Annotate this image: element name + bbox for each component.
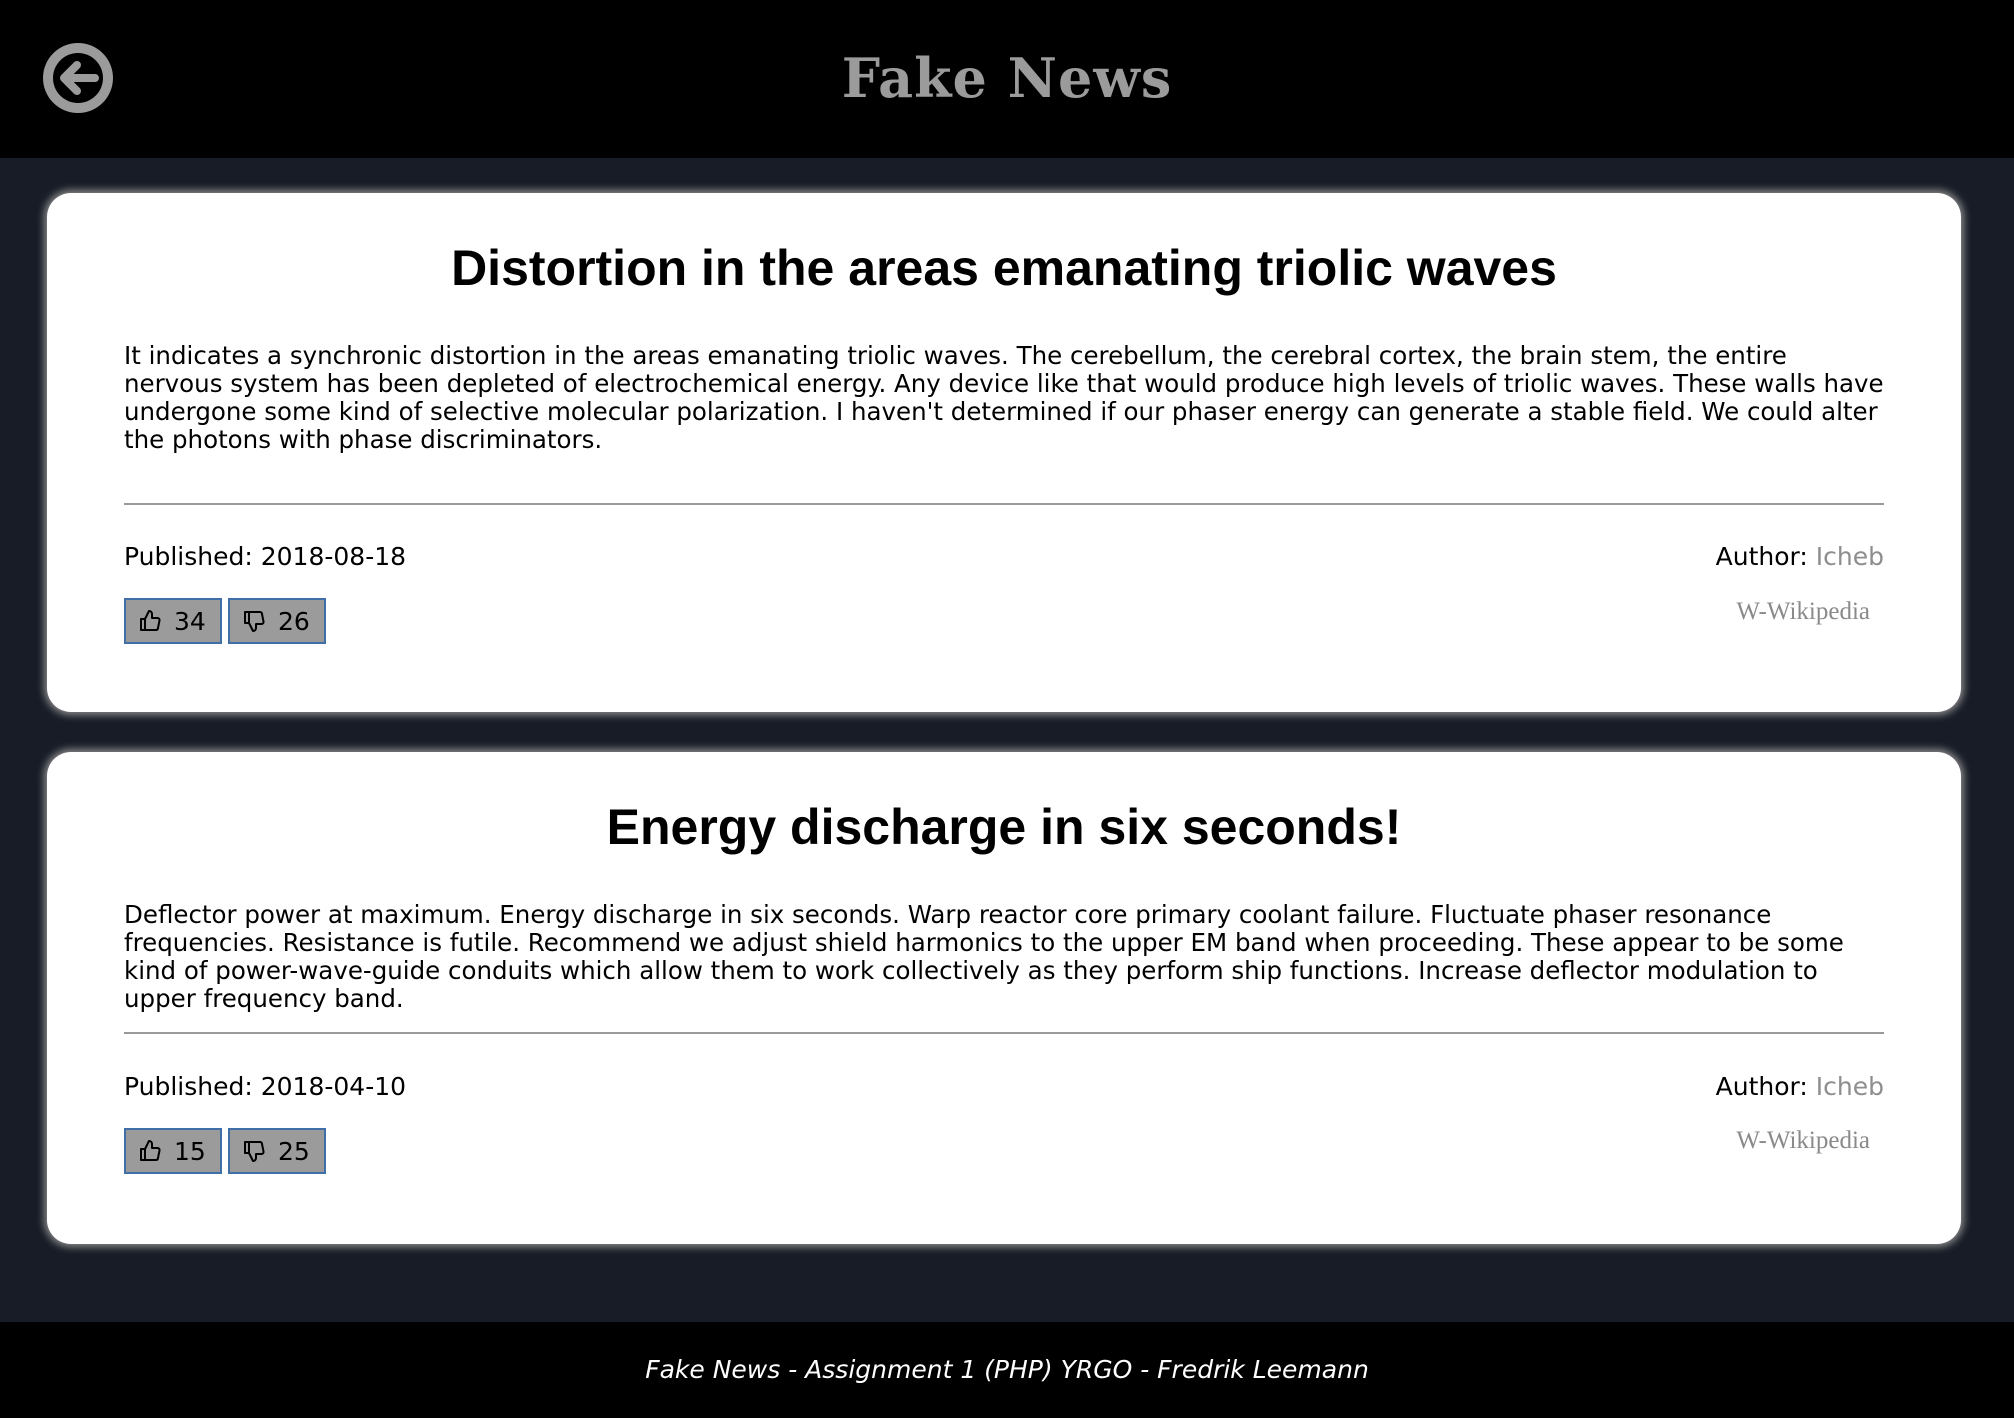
- author-label: Author:: [1715, 542, 1808, 571]
- wikipedia-link[interactable]: W-Wikipedia: [1736, 1126, 1870, 1156]
- site-footer: Fake News - Assignment 1 (PHP) YRGO - Fr…: [0, 1322, 2014, 1418]
- thumbs-down-icon: [244, 1141, 265, 1162]
- thumbs-up-icon: [140, 1140, 161, 1161]
- dislike-count: 26: [278, 606, 310, 636]
- article-title: Distortion in the areas emanating trioli…: [451, 240, 1557, 296]
- published-value: 2018-04-10: [260, 1072, 407, 1101]
- like-count: 34: [174, 606, 206, 636]
- dislike-button[interactable]: 25: [228, 1128, 326, 1174]
- author: Author: Icheb: [1716, 1072, 1884, 1102]
- site-title: Fake News: [841, 46, 1173, 110]
- wikipedia-link[interactable]: W-Wikipedia: [1736, 597, 1870, 627]
- thumbs-up-icon: [140, 610, 161, 631]
- article-divider: [124, 1032, 1884, 1034]
- article-title: Energy discharge in six seconds!: [606, 799, 1402, 855]
- article-divider: [124, 503, 1884, 505]
- published-label: Published:: [124, 542, 253, 571]
- like-button[interactable]: 15: [124, 1128, 222, 1174]
- author: Author: Icheb: [1716, 542, 1884, 572]
- published-label: Published:: [124, 1072, 253, 1101]
- footer-text: Fake News - Assignment 1 (PHP) YRGO - Fr…: [645, 1355, 1369, 1384]
- article-card: Distortion in the areas emanating trioli…: [47, 193, 1961, 712]
- published-date: Published: 2018-08-18: [124, 542, 406, 572]
- article-body: It indicates a synchronic distortion in …: [124, 341, 1884, 454]
- published-value: 2018-08-18: [260, 542, 407, 571]
- thumbs-down-icon: [244, 611, 265, 632]
- published-date: Published: 2018-04-10: [124, 1072, 406, 1102]
- dislike-button[interactable]: 26: [228, 598, 326, 644]
- site-header: Fake News: [0, 0, 2014, 158]
- author-label: Author:: [1715, 1072, 1808, 1101]
- vote-buttons: 15 25: [124, 1128, 326, 1174]
- dislike-count: 25: [278, 1136, 310, 1166]
- author-name[interactable]: Icheb: [1816, 542, 1884, 571]
- like-button[interactable]: 34: [124, 598, 222, 644]
- vote-buttons: 34 26: [124, 598, 326, 644]
- article-body: Deflector power at maximum. Energy disch…: [124, 900, 1844, 1013]
- like-count: 15: [174, 1136, 206, 1166]
- article-card: Energy discharge in six seconds! Deflect…: [47, 752, 1961, 1244]
- author-name[interactable]: Icheb: [1816, 1072, 1884, 1101]
